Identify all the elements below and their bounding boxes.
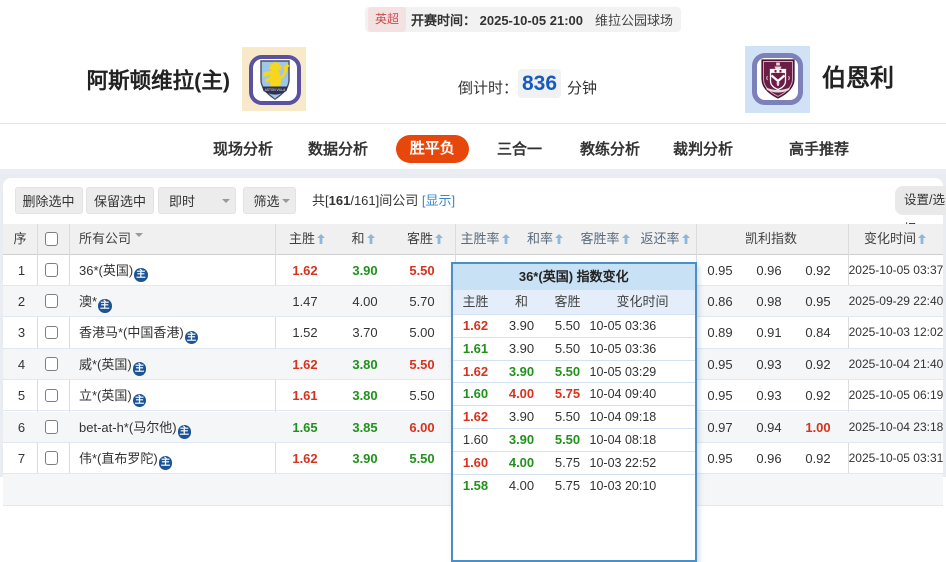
svg-text:ASTON VILLA: ASTON VILLA [265, 88, 286, 92]
